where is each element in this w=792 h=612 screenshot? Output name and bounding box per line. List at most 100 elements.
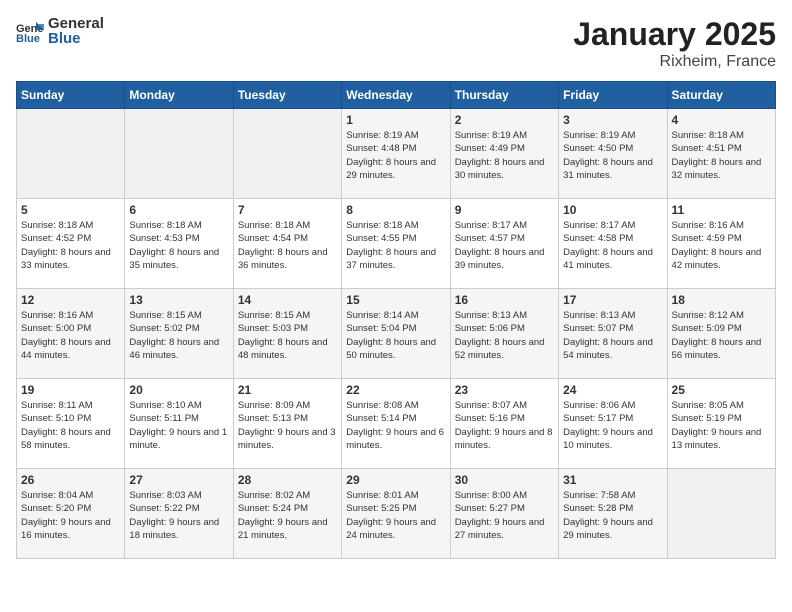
day-info: Sunrise: 8:03 AMSunset: 5:22 PMDaylight:… [129, 489, 228, 542]
header: General Blue General Blue January 2025 R… [16, 16, 776, 71]
weekday-header-friday: Friday [559, 82, 667, 109]
day-info: Sunrise: 8:11 AMSunset: 5:10 PMDaylight:… [21, 399, 120, 452]
day-number: 13 [129, 293, 228, 307]
month-title: January 2025 [573, 16, 776, 53]
calendar-cell: 10 Sunrise: 8:17 AMSunset: 4:58 PMDayligh… [559, 199, 667, 289]
calendar-cell: 4Sunrise: 8:18 AMSunset: 4:51 PMDaylight… [667, 109, 775, 199]
day-info: Sunrise: 8:14 AMSunset: 5:04 PMDaylight:… [346, 309, 445, 362]
logo-general: General [48, 16, 104, 31]
day-info: Sunrise: 8:05 AMSunset: 5:19 PMDaylight:… [672, 399, 771, 452]
calendar-cell: 24 Sunrise: 8:06 AMSunset: 5:17 PMDayligh… [559, 379, 667, 469]
calendar-cell [17, 109, 125, 199]
day-number: 19 [21, 383, 120, 397]
weekday-header-monday: Monday [125, 82, 233, 109]
day-number: 22 [346, 383, 445, 397]
calendar-cell: 16Sunrise: 8:13 AMSunset: 5:06 PMDayligh… [450, 289, 558, 379]
day-number: 25 [672, 383, 771, 397]
calendar-cell: 19 Sunrise: 8:11 AMSunset: 5:10 PMDayligh… [17, 379, 125, 469]
day-number: 2 [455, 113, 554, 127]
svg-text:Blue: Blue [16, 33, 40, 42]
day-number: 23 [455, 383, 554, 397]
weekday-header-saturday: Saturday [667, 82, 775, 109]
day-info: Sunrise: 8:19 AMSunset: 4:48 PMDaylight:… [346, 129, 445, 182]
day-number: 7 [238, 203, 337, 217]
day-number: 11 [672, 203, 771, 217]
day-number: 9 [455, 203, 554, 217]
calendar-cell [233, 109, 341, 199]
title-area: January 2025 Rixheim, France [573, 16, 776, 71]
calendar-cell: 13 Sunrise: 8:15 AMSunset: 5:02 PMDayligh… [125, 289, 233, 379]
day-info: Sunrise: 8:08 AMSunset: 5:14 PMDaylight:… [346, 399, 445, 452]
calendar-cell: 14Sunrise: 8:15 AMSunset: 5:03 PMDayligh… [233, 289, 341, 379]
day-info: Sunrise: 8:10 AMSunset: 5:11 PMDaylight:… [129, 399, 228, 452]
day-info: Sunrise: 8:00 AMSunset: 5:27 PMDaylight:… [455, 489, 554, 542]
day-number: 20 [129, 383, 228, 397]
calendar-body: 1 Sunrise: 8:19 AMSunset: 4:48 PMDaylight… [17, 109, 776, 559]
day-number: 29 [346, 473, 445, 487]
weekday-header-thursday: Thursday [450, 82, 558, 109]
calendar-cell [125, 109, 233, 199]
day-info: Sunrise: 8:06 AMSunset: 5:17 PMDaylight:… [563, 399, 662, 452]
weekday-header-wednesday: Wednesday [342, 82, 450, 109]
logo-blue: Blue [48, 31, 104, 46]
calendar-cell: 27Sunrise: 8:03 AMSunset: 5:22 PMDayligh… [125, 469, 233, 559]
calendar-cell: 18 Sunrise: 8:12 AMSunset: 5:09 PMDayligh… [667, 289, 775, 379]
day-number: 16 [455, 293, 554, 307]
day-info: Sunrise: 8:15 AMSunset: 5:02 PMDaylight:… [129, 309, 228, 362]
day-number: 31 [563, 473, 662, 487]
day-number: 24 [563, 383, 662, 397]
calendar-cell: 8Sunrise: 8:18 AMSunset: 4:55 PMDaylight… [342, 199, 450, 289]
day-number: 30 [455, 473, 554, 487]
day-info: Sunrise: 8:19 AMSunset: 4:49 PMDaylight:… [455, 129, 554, 182]
calendar-cell: 3 Sunrise: 8:19 AMSunset: 4:50 PMDaylight… [559, 109, 667, 199]
day-info: Sunrise: 7:58 AMSunset: 5:28 PMDaylight:… [563, 489, 662, 542]
day-number: 6 [129, 203, 228, 217]
calendar-cell: 11 Sunrise: 8:16 AMSunset: 4:59 PMDayligh… [667, 199, 775, 289]
calendar-cell: 23 Sunrise: 8:07 AMSunset: 5:16 PMDayligh… [450, 379, 558, 469]
calendar-cell: 28 Sunrise: 8:02 AMSunset: 5:24 PMDayligh… [233, 469, 341, 559]
day-number: 26 [21, 473, 120, 487]
week-row-2: 5 Sunrise: 8:18 AMSunset: 4:52 PMDaylight… [17, 199, 776, 289]
day-info: Sunrise: 8:13 AMSunset: 5:07 PMDaylight:… [563, 309, 662, 362]
calendar-cell: 15 Sunrise: 8:14 AMSunset: 5:04 PMDayligh… [342, 289, 450, 379]
day-number: 1 [346, 113, 445, 127]
day-info: Sunrise: 8:16 AMSunset: 4:59 PMDaylight:… [672, 219, 771, 272]
day-number: 10 [563, 203, 662, 217]
calendar-cell: 2 Sunrise: 8:19 AMSunset: 4:49 PMDaylight… [450, 109, 558, 199]
calendar-cell: 6Sunrise: 8:18 AMSunset: 4:53 PMDaylight… [125, 199, 233, 289]
day-info: Sunrise: 8:18 AMSunset: 4:54 PMDaylight:… [238, 219, 337, 272]
day-number: 14 [238, 293, 337, 307]
week-row-3: 12Sunrise: 8:16 AMSunset: 5:00 PMDayligh… [17, 289, 776, 379]
day-info: Sunrise: 8:01 AMSunset: 5:25 PMDaylight:… [346, 489, 445, 542]
calendar-cell: 29 Sunrise: 8:01 AMSunset: 5:25 PMDayligh… [342, 469, 450, 559]
day-info: Sunrise: 8:09 AMSunset: 5:13 PMDaylight:… [238, 399, 337, 452]
calendar-cell: 31 Sunrise: 7:58 AMSunset: 5:28 PMDayligh… [559, 469, 667, 559]
day-number: 18 [672, 293, 771, 307]
calendar-cell: 26 Sunrise: 8:04 AMSunset: 5:20 PMDayligh… [17, 469, 125, 559]
day-number: 17 [563, 293, 662, 307]
day-number: 12 [21, 293, 120, 307]
day-info: Sunrise: 8:04 AMSunset: 5:20 PMDaylight:… [21, 489, 120, 542]
day-number: 4 [672, 113, 771, 127]
day-info: Sunrise: 8:17 AMSunset: 4:58 PMDaylight:… [563, 219, 662, 272]
day-number: 3 [563, 113, 662, 127]
calendar-cell: 20 Sunrise: 8:10 AMSunset: 5:11 PMDayligh… [125, 379, 233, 469]
day-number: 21 [238, 383, 337, 397]
week-row-1: 1 Sunrise: 8:19 AMSunset: 4:48 PMDaylight… [17, 109, 776, 199]
weekday-header-sunday: Sunday [17, 82, 125, 109]
calendar-cell: 21 Sunrise: 8:09 AMSunset: 5:13 PMDayligh… [233, 379, 341, 469]
day-number: 28 [238, 473, 337, 487]
week-row-4: 19 Sunrise: 8:11 AMSunset: 5:10 PMDayligh… [17, 379, 776, 469]
calendar-cell: 25 Sunrise: 8:05 AMSunset: 5:19 PMDayligh… [667, 379, 775, 469]
logo-icon: General Blue [16, 20, 44, 42]
day-number: 5 [21, 203, 120, 217]
logo: General Blue General Blue [16, 16, 104, 46]
day-info: Sunrise: 8:07 AMSunset: 5:16 PMDaylight:… [455, 399, 554, 452]
day-info: Sunrise: 8:19 AMSunset: 4:50 PMDaylight:… [563, 129, 662, 182]
day-info: Sunrise: 8:12 AMSunset: 5:09 PMDaylight:… [672, 309, 771, 362]
day-info: Sunrise: 8:18 AMSunset: 4:52 PMDaylight:… [21, 219, 120, 272]
day-info: Sunrise: 8:02 AMSunset: 5:24 PMDaylight:… [238, 489, 337, 542]
calendar-cell: 22 Sunrise: 8:08 AMSunset: 5:14 PMDayligh… [342, 379, 450, 469]
calendar-cell: 17 Sunrise: 8:13 AMSunset: 5:07 PMDayligh… [559, 289, 667, 379]
day-number: 15 [346, 293, 445, 307]
